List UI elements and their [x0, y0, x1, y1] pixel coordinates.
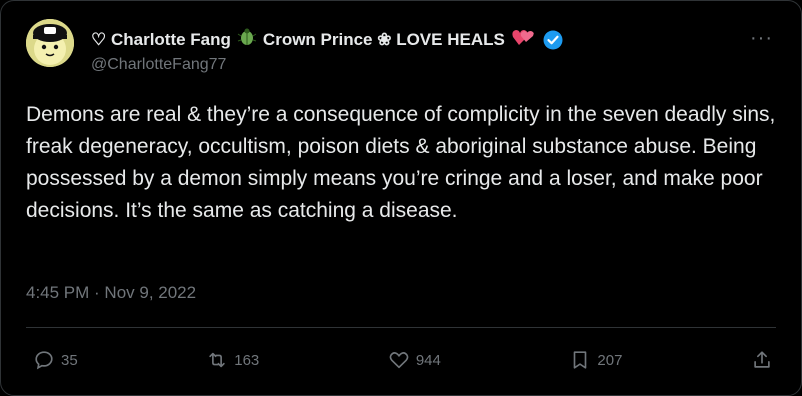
- tweet-text: Demons are real & they’re a consequence …: [26, 103, 776, 222]
- tweet-timestamp[interactable]: 4:45 PM · Nov 9, 2022: [26, 283, 196, 303]
- divider: [26, 327, 776, 328]
- action-bar: 35 163 944 207: [33, 345, 773, 375]
- more-options-icon[interactable]: ···: [750, 27, 773, 50]
- share-button[interactable]: [751, 349, 773, 371]
- user-handle[interactable]: @CharlotteFang77: [91, 56, 226, 74]
- reply-count: 35: [61, 351, 78, 369]
- heart-with-ribbon-icon: [511, 27, 537, 52]
- reply-button[interactable]: 35: [33, 349, 78, 371]
- display-name-prefix: ♡ Charlotte Fang: [91, 29, 231, 49]
- bookmark-icon: [574, 351, 587, 369]
- like-count: 944: [415, 351, 441, 369]
- display-name[interactable]: ♡ Charlotte Fang Crown Prince ❀ LOVE HEA…: [91, 27, 563, 52]
- like-button[interactable]: 944: [388, 349, 441, 371]
- like-icon: [389, 352, 409, 369]
- bookmark-count: 207: [597, 351, 623, 369]
- bookmark-button[interactable]: 207: [569, 349, 622, 371]
- retweet-count: 163: [234, 351, 260, 369]
- reply-icon: [35, 351, 53, 370]
- bug-icon: [237, 27, 257, 52]
- avatar-image: [26, 19, 74, 67]
- display-name-middle: Crown Prince ❀ LOVE HEALS: [262, 29, 505, 49]
- share-icon: [754, 351, 770, 368]
- tweet-card: ♡ Charlotte Fang Crown Prince ❀ LOVE HEA…: [0, 0, 802, 396]
- retweet-button[interactable]: 163: [206, 349, 259, 371]
- retweet-icon: [209, 352, 225, 368]
- avatar[interactable]: [26, 19, 74, 67]
- verified-badge-icon: [543, 30, 563, 50]
